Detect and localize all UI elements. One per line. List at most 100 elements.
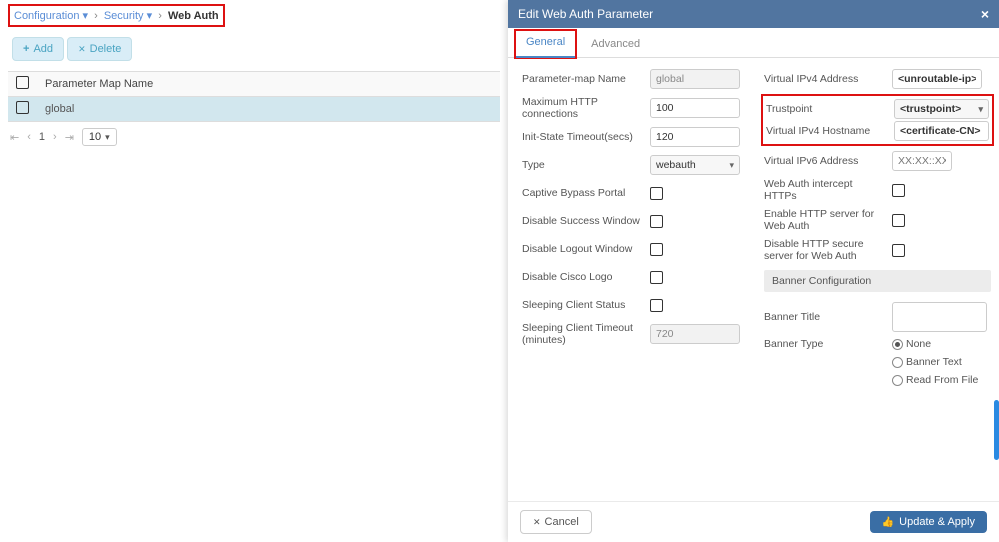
delete-button[interactable]: Delete <box>67 37 132 61</box>
label-banner-type: Banner Type <box>764 338 884 350</box>
select-trustpoint-value: <trustpoint> <box>900 103 961 115</box>
checkbox-disable-logo[interactable] <box>650 271 663 284</box>
row-name[interactable]: global <box>37 97 500 122</box>
row-intercept-https: Web Auth intercept HTTPs <box>764 178 991 202</box>
checkbox-icon[interactable] <box>16 76 29 89</box>
close-panel-icon[interactable] <box>981 6 989 22</box>
row-banner-type: Banner Type None Banner Text Read From F… <box>764 338 991 386</box>
label-vipv6: Virtual IPv6 Address <box>764 155 884 167</box>
field-param-name[interactable] <box>650 69 740 89</box>
cancel-label: Cancel <box>545 516 579 528</box>
thumbs-up-icon <box>882 516 894 528</box>
row-vipv4: Virtual IPv4 Address <box>764 68 991 90</box>
checkbox-disable-logout[interactable] <box>650 243 663 256</box>
label-disable-https: Disable HTTP secure server for Web Auth <box>764 238 884 262</box>
label-vipv4-hostname: Virtual IPv4 Hostname <box>766 125 886 137</box>
field-banner-title[interactable] <box>892 302 987 332</box>
label-sleeping-timeout: Sleeping Client Timeout (minutes) <box>522 322 642 346</box>
radio-banner-text[interactable]: Banner Text <box>892 356 962 368</box>
dropdown-icon <box>105 131 110 143</box>
field-vipv4[interactable] <box>892 69 982 89</box>
row-max-http: Maximum HTTP connections <box>522 96 740 120</box>
pager-prev-icon[interactable]: ‹ <box>27 131 31 143</box>
row-init-timeout: Init-State Timeout(secs) <box>522 126 740 148</box>
select-trustpoint[interactable]: <trustpoint> <box>894 99 989 119</box>
row-sleeping-status: Sleeping Client Status <box>522 294 740 316</box>
checkbox-intercept-https[interactable] <box>892 184 905 197</box>
close-icon <box>78 43 86 55</box>
pager-size-select[interactable]: 10 <box>82 128 117 146</box>
chevron-down-icon <box>974 103 983 115</box>
label-intercept-https: Web Auth intercept HTTPs <box>764 178 884 202</box>
pager: ⇤ ‹ 1 › ⇥ 10 <box>8 122 500 152</box>
column-header-name[interactable]: Parameter Map Name <box>37 72 500 97</box>
breadcrumb-webauth: Web Auth <box>168 10 219 22</box>
chevron-right-icon: › <box>91 10 101 22</box>
checkbox-enable-http[interactable] <box>892 214 905 227</box>
label-param-name: Parameter-map Name <box>522 73 642 85</box>
row-banner-title: Banner Title <box>764 302 991 332</box>
field-sleeping-timeout[interactable] <box>650 324 740 344</box>
trustpoint-highlight: Trustpoint <trustpoint> Virtual IPv4 Hos… <box>761 94 994 146</box>
checkbox-disable-success[interactable] <box>650 215 663 228</box>
row-disable-success: Disable Success Window <box>522 210 740 232</box>
form-col-right: Virtual IPv4 Address Trustpoint <trustpo… <box>764 68 991 491</box>
label-disable-logo: Disable Cisco Logo <box>522 271 642 283</box>
apply-button[interactable]: Update & Apply <box>870 511 987 533</box>
field-vipv6[interactable] <box>892 151 952 171</box>
pager-last-icon[interactable]: ⇥ <box>65 131 74 144</box>
scroll-indicator[interactable] <box>994 400 999 460</box>
checkbox-sleeping-status[interactable] <box>650 299 663 312</box>
plus-icon <box>23 43 29 55</box>
pager-page: 1 <box>39 131 45 143</box>
banner-section-header: Banner Configuration <box>764 270 991 292</box>
label-sleeping-status: Sleeping Client Status <box>522 299 642 311</box>
chevron-down-icon <box>725 159 734 171</box>
row-type: Type webauth <box>522 154 740 176</box>
field-vipv4-hostname[interactable] <box>894 121 989 141</box>
main-area: Configuration ▾ › Security ▾ › Web Auth … <box>0 0 508 542</box>
field-init-timeout[interactable] <box>650 127 740 147</box>
radio-label: Read From File <box>906 374 978 386</box>
breadcrumb-configuration[interactable]: Configuration ▾ <box>14 10 88 22</box>
field-max-http[interactable] <box>650 98 740 118</box>
breadcrumb-security[interactable]: Security ▾ <box>104 10 152 22</box>
checkbox-captive[interactable] <box>650 187 663 200</box>
label-type: Type <box>522 159 642 171</box>
select-all-header[interactable] <box>8 72 37 97</box>
add-label: Add <box>33 43 53 55</box>
select-type[interactable]: webauth <box>650 155 740 175</box>
row-vipv4-hostname: Virtual IPv4 Hostname <box>766 120 989 142</box>
row-param-name: Parameter-map Name <box>522 68 740 90</box>
pager-size-value: 10 <box>89 131 101 143</box>
label-captive: Captive Bypass Portal <box>522 187 642 199</box>
row-captive: Captive Bypass Portal <box>522 182 740 204</box>
row-checkbox[interactable] <box>16 101 29 114</box>
edit-panel: Edit Web Auth Parameter General Advanced… <box>508 0 999 542</box>
label-trustpoint: Trustpoint <box>766 103 886 115</box>
label-vipv4: Virtual IPv4 Address <box>764 73 884 85</box>
label-init-timeout: Init-State Timeout(secs) <box>522 131 642 143</box>
label-disable-success: Disable Success Window <box>522 215 642 227</box>
radio-icon <box>892 339 903 350</box>
label-banner-title: Banner Title <box>764 311 884 323</box>
tab-general[interactable]: General <box>514 29 577 59</box>
radio-banner-none[interactable]: None <box>892 338 931 350</box>
checkbox-disable-https[interactable] <box>892 244 905 257</box>
radio-label: None <box>906 338 931 350</box>
row-vipv6: Virtual IPv6 Address <box>764 150 991 172</box>
select-type-value: webauth <box>656 159 696 171</box>
pager-first-icon[interactable]: ⇤ <box>10 131 19 144</box>
panel-title: Edit Web Auth Parameter <box>518 7 653 21</box>
panel-footer: Cancel Update & Apply <box>508 501 999 542</box>
chevron-right-icon: › <box>155 10 165 22</box>
radio-banner-file[interactable]: Read From File <box>892 374 978 386</box>
form-body: Parameter-map Name Maximum HTTP connecti… <box>508 58 999 501</box>
add-button[interactable]: Add <box>12 37 64 61</box>
delete-label: Delete <box>90 43 122 55</box>
row-trustpoint: Trustpoint <trustpoint> <box>766 98 989 120</box>
tab-advanced[interactable]: Advanced <box>579 31 652 57</box>
pager-next-icon[interactable]: › <box>53 131 57 143</box>
cancel-button[interactable]: Cancel <box>520 510 592 534</box>
table-row[interactable]: global <box>8 97 500 122</box>
